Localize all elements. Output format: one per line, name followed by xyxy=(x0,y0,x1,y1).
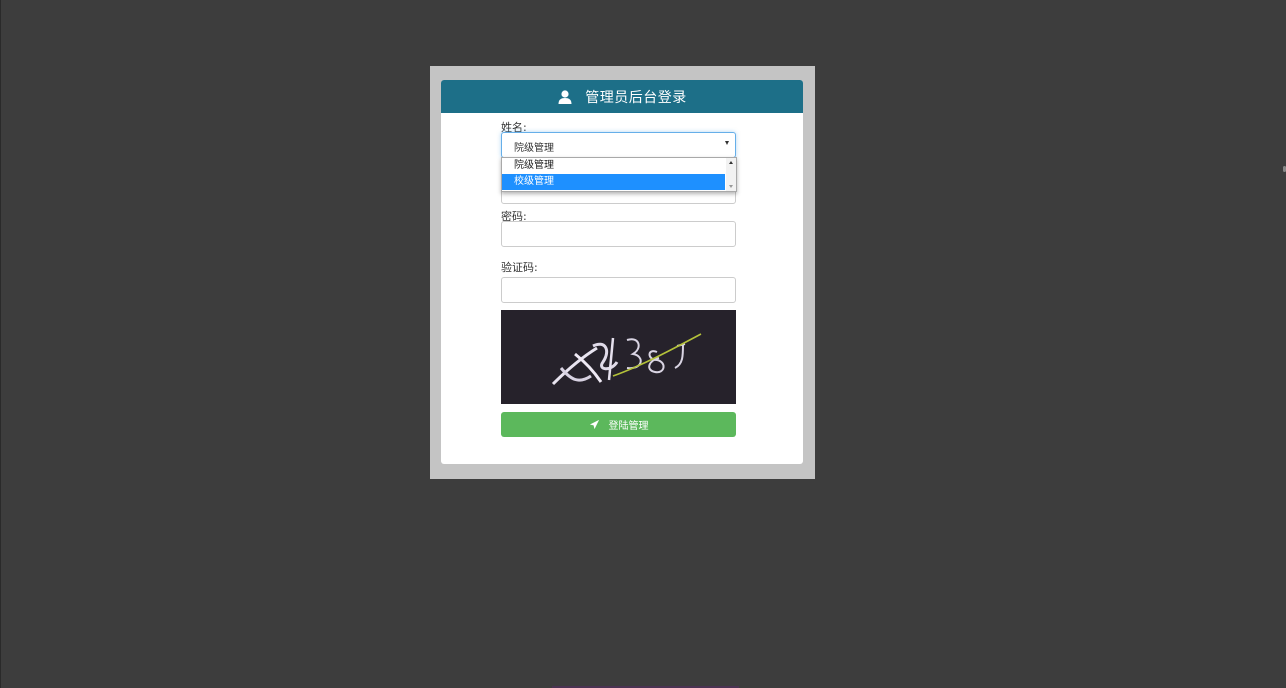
captcha-input[interactable] xyxy=(501,277,736,303)
send-icon xyxy=(589,419,599,430)
password-input[interactable] xyxy=(501,221,736,247)
dropdown-option[interactable]: 院级管理 xyxy=(502,158,725,174)
page: 管理员后台登录 姓名: 院级管理 院级管理 校级管理 密码: 验证码: 登陆管理 xyxy=(0,0,1286,688)
login-header: 管理员后台登录 xyxy=(441,80,803,113)
scroll-down-icon[interactable] xyxy=(729,185,733,188)
dropdown-option-highlighted[interactable]: 校级管理 xyxy=(502,174,725,190)
login-panel-frame: 管理员后台登录 姓名: 院级管理 院级管理 校级管理 密码: 验证码: 登陆管理 xyxy=(430,66,815,479)
login-card: 管理员后台登录 姓名: 院级管理 院级管理 校级管理 密码: 验证码: 登陆管理 xyxy=(441,80,803,464)
dropdown-scrollbar[interactable] xyxy=(726,158,736,191)
captcha-label: 验证码: xyxy=(501,261,538,274)
name-select-dropdown: 院级管理 校级管理 xyxy=(501,157,737,192)
login-submit-button[interactable]: 登陆管理 xyxy=(501,412,736,437)
login-title: 管理员后台登录 xyxy=(585,89,687,106)
login-submit-label: 登陆管理 xyxy=(608,421,649,432)
captcha-drawing xyxy=(551,333,702,386)
name-select[interactable]: 院级管理 xyxy=(501,132,736,158)
scroll-up-icon[interactable] xyxy=(729,161,733,164)
captcha-image[interactable] xyxy=(501,310,736,404)
chevron-down-icon xyxy=(725,141,729,145)
user-icon xyxy=(558,89,572,104)
name-select-value: 院级管理 xyxy=(514,143,554,154)
